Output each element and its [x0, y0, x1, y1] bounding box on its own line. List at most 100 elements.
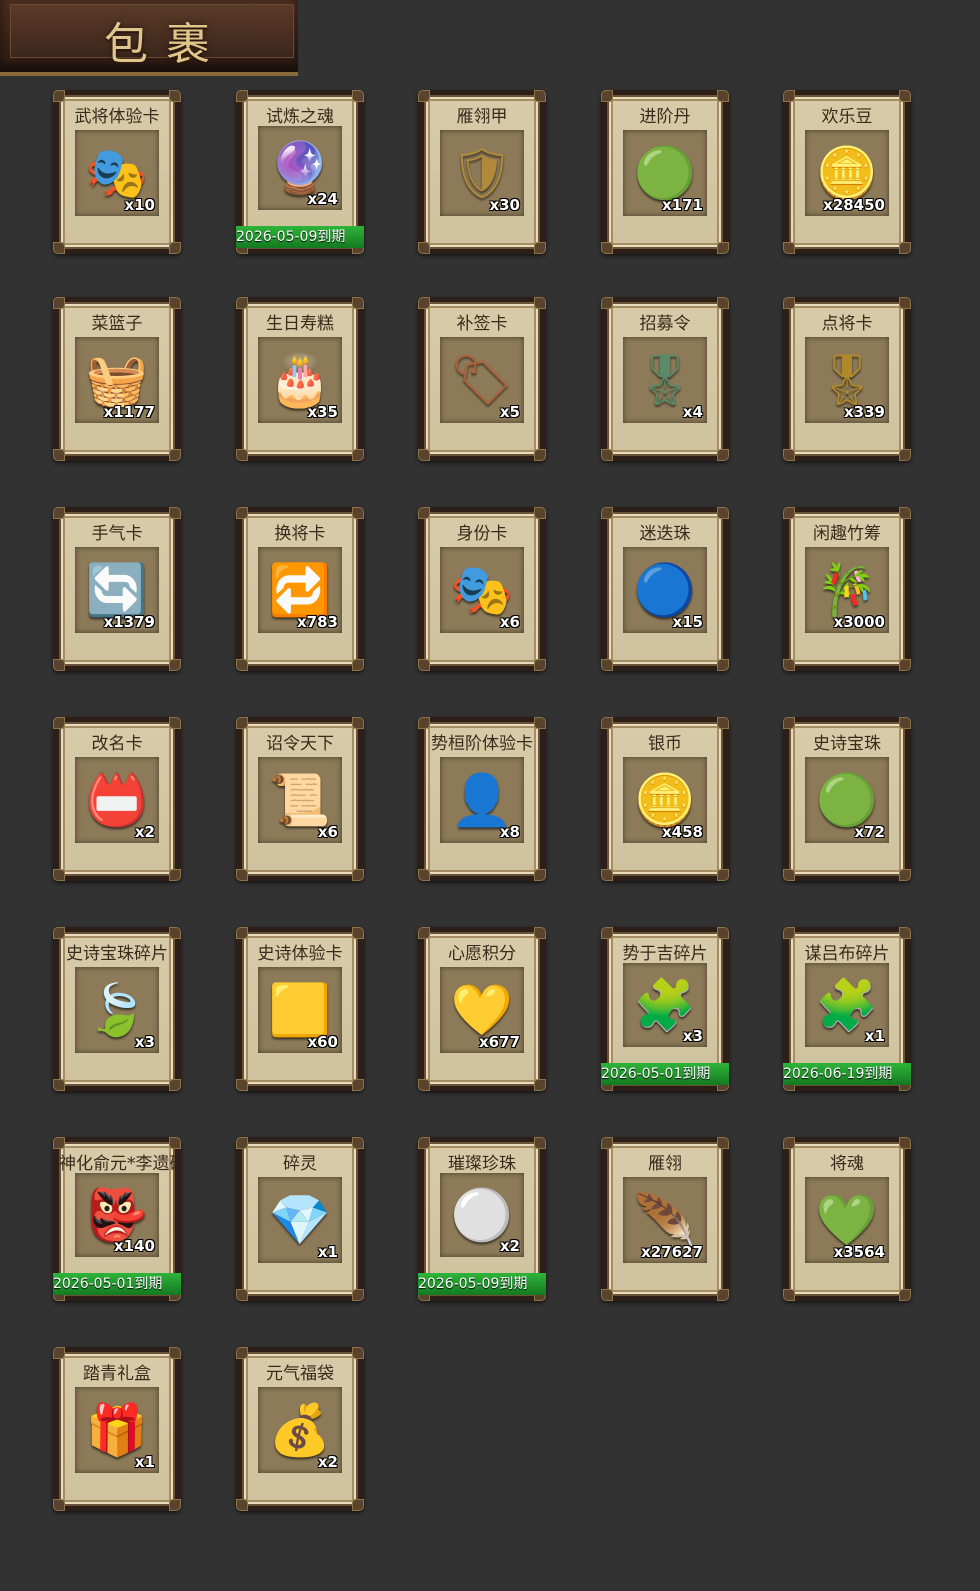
item-card[interactable]: 招募令 🎖 x4 — [601, 297, 729, 461]
item-card[interactable]: 心愿积分 💛 x677 — [418, 927, 546, 1091]
item-card[interactable]: 碎灵 💎 x1 — [236, 1137, 364, 1301]
item-icon-box[interactable]: 🪙 x458 — [623, 757, 707, 843]
item-icon-box[interactable]: 🟢 x72 — [805, 757, 889, 843]
item-icon-box[interactable]: 🧺 x1177 — [75, 337, 159, 423]
item-icon-box[interactable]: 📛 x2 — [75, 757, 159, 843]
item-icon-box[interactable]: 🔮 x24 — [258, 126, 342, 210]
expiry-banner: 2026-05-09到期 — [418, 1273, 546, 1295]
item-icon-box[interactable]: 🎭 x10 — [75, 130, 159, 216]
item-card[interactable]: 神化俞元*李遗碎片 👺x140 2026-05-01到期 — [53, 1137, 181, 1301]
item-icon-box[interactable]: 💛 x677 — [440, 967, 524, 1053]
item-card[interactable]: 试炼之魂 🔮 x24 2026-05-09到期 — [236, 90, 364, 254]
item-card[interactable]: 璀璨珍珠 ⚪ x2 2026-05-09到期 — [418, 1137, 546, 1301]
item-icon-box[interactable]: 🔄 x1379 — [75, 547, 159, 633]
card-corner — [418, 927, 430, 939]
item-icon-box[interactable]: 🔁 x783 — [258, 547, 342, 633]
card-corner — [53, 1137, 65, 1149]
item-card[interactable]: 雁翎 🪶 x27627 — [601, 1137, 729, 1301]
item-card[interactable]: 诏令天下 📜 x6 — [236, 717, 364, 881]
item-card[interactable]: 欢乐豆 🪙 x28450 — [783, 90, 911, 254]
item-icon-box[interactable]: 🧩 x3 — [623, 963, 707, 1047]
item-icon-box[interactable]: 💎 x1 — [258, 1177, 342, 1263]
item-card[interactable]: 进阶丹 🟢 x171 — [601, 90, 729, 254]
item-name: 换将卡 — [274, 524, 326, 541]
card-corner — [717, 1289, 729, 1301]
item-name: 神化俞元*李遗碎片 — [59, 1154, 175, 1171]
item-icon-box[interactable]: 🍃 x3 — [75, 967, 159, 1053]
item-card[interactable]: 史诗宝珠 🟢 x72 — [783, 717, 911, 881]
item-icon-box[interactable]: 👺 x140 — [75, 1173, 159, 1257]
card-corner — [53, 507, 65, 519]
item-card[interactable]: 迷迭珠 🔵 x15 — [601, 507, 729, 671]
item-card[interactable]: 补签卡 🏷 x5 — [418, 297, 546, 461]
item-icon-box[interactable]: 🔵 x15 — [623, 547, 707, 633]
item-card[interactable]: 将魂 💚 x3564 — [783, 1137, 911, 1301]
item-icon-box[interactable]: 🟨 x60 — [258, 967, 342, 1053]
green-shard-icon: 🍃 — [85, 981, 149, 1039]
card-corner — [418, 717, 430, 729]
item-count: x171 — [662, 196, 703, 214]
card-corner — [169, 717, 181, 729]
card-corner — [534, 449, 546, 461]
item-card[interactable]: 生日寿糕 🎂 x35 — [236, 297, 364, 461]
item-name: 谋吕布碎片 — [804, 944, 890, 961]
item-card[interactable]: 身份卡 🎭 x6 — [418, 507, 546, 671]
card-corner — [236, 1347, 248, 1359]
item-count: x35 — [307, 403, 338, 421]
item-name: 闲趣竹筹 — [813, 524, 881, 541]
item-card[interactable]: 雁翎甲 🛡 x30 — [418, 90, 546, 254]
item-icon-box[interactable]: 🎭 x6 — [440, 547, 524, 633]
item-count: x8 — [499, 823, 520, 841]
item-icon-box[interactable]: 🪙 x28450 — [805, 130, 889, 216]
item-icon-box[interactable]: 🛡 x30 — [440, 130, 524, 216]
item-card[interactable]: 踏青礼盒 🎁 x1 — [53, 1347, 181, 1511]
item-card[interactable]: 闲趣竹筹 🎋 x3000 — [783, 507, 911, 671]
item-card[interactable]: 武将体验卡 🎭 x10 — [53, 90, 181, 254]
item-count: x60 — [307, 1033, 338, 1051]
item-card[interactable]: 银币 🪙 x458 — [601, 717, 729, 881]
item-icon-box[interactable]: 🟢 x171 — [623, 130, 707, 216]
card-corner — [601, 449, 613, 461]
item-card[interactable]: 元气福袋 💰 x2 — [236, 1347, 364, 1511]
card-corner — [601, 297, 613, 309]
card-corner — [783, 869, 795, 881]
silver-coins-icon: 🪙 — [633, 771, 697, 829]
item-card[interactable]: 势于吉碎片 🧩 x3 2026-05-01到期 — [601, 927, 729, 1091]
item-icon-box[interactable]: 🧩 x1 — [805, 963, 889, 1047]
item-name: 雁翎 — [648, 1154, 682, 1171]
item-icon-box[interactable]: 🪶 x27627 — [623, 1177, 707, 1263]
card-corner — [534, 869, 546, 881]
item-card[interactable]: 改名卡 📛 x2 — [53, 717, 181, 881]
item-card[interactable]: 势桓阶体验卡 👤 x8 — [418, 717, 546, 881]
card-corner — [899, 242, 911, 254]
item-icon-box[interactable]: 🎁 x1 — [75, 1387, 159, 1473]
item-card[interactable]: 换将卡 🔁 x783 — [236, 507, 364, 671]
item-icon-box[interactable]: 🎖 x339 — [805, 337, 889, 423]
card-corner — [717, 1137, 729, 1149]
item-card[interactable]: 点将卡 🎖 x339 — [783, 297, 911, 461]
item-icon-box[interactable]: 🏷 x5 — [440, 337, 524, 423]
green-orb-icon: 🟢 — [815, 771, 879, 829]
item-card[interactable]: 谋吕布碎片 🧩 x1 2026-06-19到期 — [783, 927, 911, 1091]
card-corner — [352, 507, 364, 519]
item-icon-box[interactable]: 🎋 x3000 — [805, 547, 889, 633]
item-name: 史诗体验卡 — [257, 944, 343, 961]
item-icon-box[interactable]: 🎂 x35 — [258, 337, 342, 423]
item-icon-box[interactable]: 💰 x2 — [258, 1387, 342, 1473]
item-icon-box[interactable]: 📜 x6 — [258, 757, 342, 843]
card-corner — [352, 1079, 364, 1091]
item-name: 菜篮子 — [91, 314, 143, 331]
item-icon-box[interactable]: 💚 x3564 — [805, 1177, 889, 1263]
item-icon-box[interactable]: ⚪ x2 — [440, 1173, 524, 1257]
item-name: 改名卡 — [91, 734, 143, 751]
puzzle-portrait-icon: 🧩 — [815, 976, 879, 1034]
item-count: x140 — [114, 1237, 155, 1255]
item-card[interactable]: 史诗宝珠碎片 🍃 x3 — [53, 927, 181, 1091]
item-icon-box[interactable]: 🎖 x4 — [623, 337, 707, 423]
item-card[interactable]: 手气卡 🔄 x1379 — [53, 507, 181, 671]
item-card[interactable]: 史诗体验卡 🟨 x60 — [236, 927, 364, 1091]
card-corner — [899, 717, 911, 729]
item-icon-box[interactable]: 👤 x8 — [440, 757, 524, 843]
item-card[interactable]: 菜篮子 🧺 x1177 — [53, 297, 181, 461]
item-name: 点将卡 — [821, 314, 873, 331]
